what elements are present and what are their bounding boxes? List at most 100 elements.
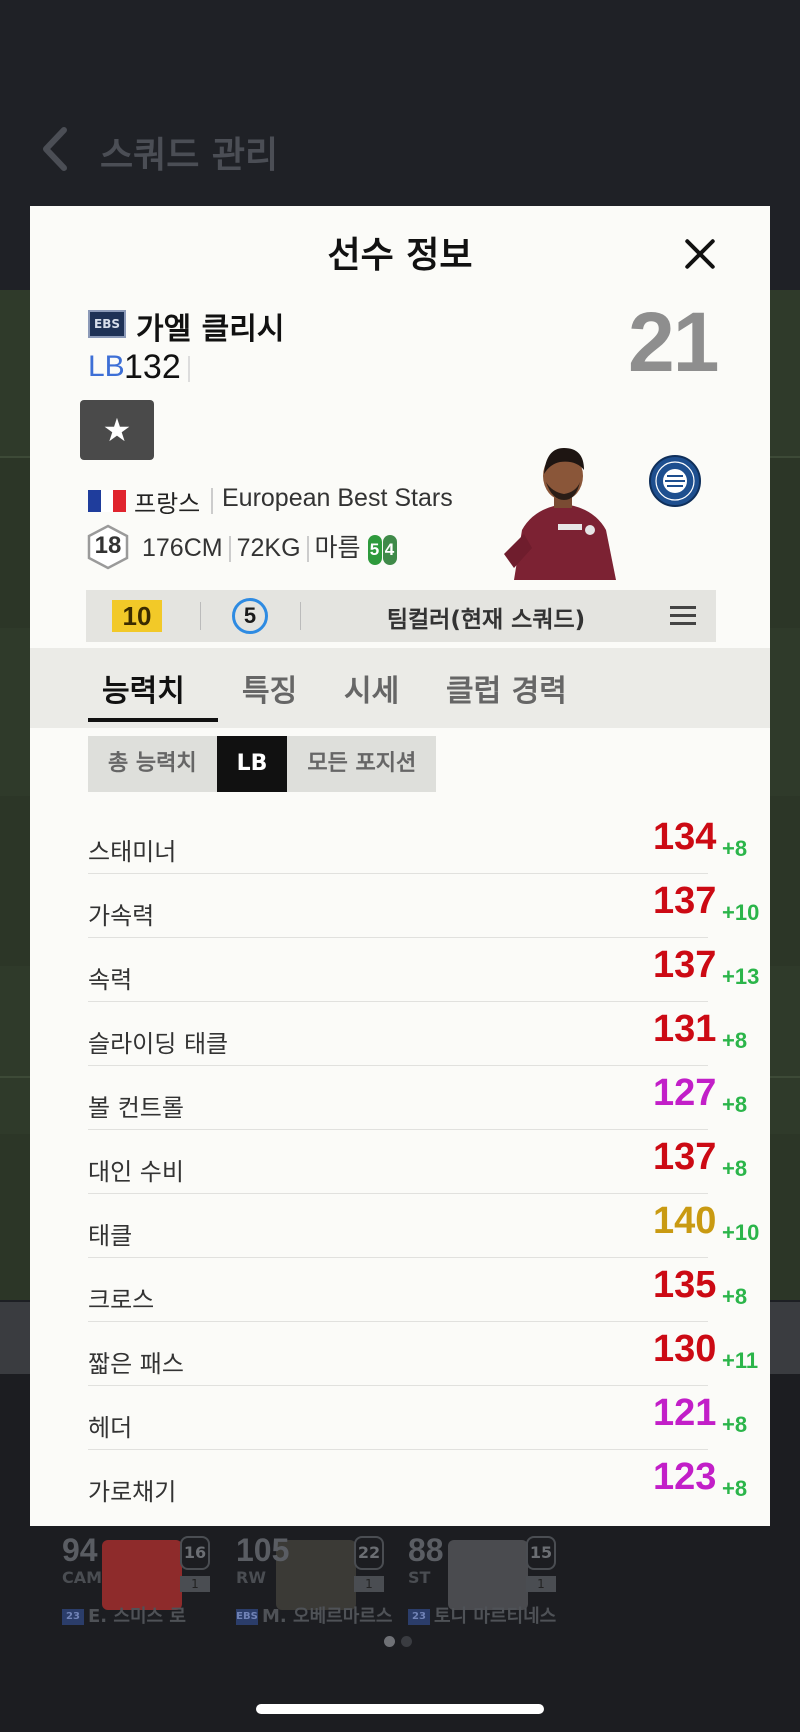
stat-bonus: +10: [722, 900, 760, 925]
home-indicator[interactable]: [256, 1704, 544, 1714]
divider: [200, 602, 201, 630]
tab-price[interactable]: 시세: [344, 666, 399, 710]
player-photo: [504, 448, 616, 580]
stat-value: 131: [653, 1008, 717, 1050]
season-tag: EBS: [236, 1609, 258, 1625]
modal-title: 선수 정보: [327, 235, 473, 276]
subtab-position-lb[interactable]: LB: [216, 736, 288, 792]
stat-filter: 총 능력치 LB 모든 포지션: [88, 736, 437, 792]
physical-specs: 176CM 72KG 마름 54: [142, 528, 398, 566]
menu-icon[interactable]: [670, 606, 696, 626]
stat-row: 대인 수비 137 +8: [88, 1130, 747, 1194]
stat-name: 속력: [88, 966, 133, 994]
stat-value: 137: [653, 880, 717, 922]
player-name-line: EBS M. 오베르마르스: [236, 1602, 392, 1628]
season-tag: 23: [62, 1609, 84, 1625]
season-badge: EBS: [88, 310, 126, 338]
enhance-grade-badge: 10: [112, 600, 162, 632]
stat-bonus: +8: [722, 1092, 748, 1117]
subtab-all-positions[interactable]: 모든 포지션: [287, 736, 437, 792]
player-level: 22: [354, 1536, 384, 1570]
club-logo-icon: [649, 455, 701, 507]
player-info-modal: 선수 정보 EBS 가엘 클리시 LB 132 21 ★ 프랑스 Europea…: [30, 206, 770, 1526]
season-tag: 23: [408, 1609, 430, 1625]
player-photo: [102, 1540, 182, 1610]
stat-value: 135: [653, 1264, 717, 1306]
stat-bonus: +13: [722, 964, 760, 989]
stat-name: 헤더: [88, 1414, 133, 1442]
player-name: 가엘 클리시: [136, 312, 285, 347]
stat-name: 슬라이딩 태클: [88, 1030, 229, 1058]
player-age: 18: [94, 532, 122, 559]
active-tab-indicator: [88, 718, 218, 722]
back-arrow-icon[interactable]: [36, 124, 72, 174]
stat-name: 볼 컨트롤: [88, 1094, 184, 1122]
divider: [211, 488, 213, 514]
salary-grade-badge: 5: [232, 598, 268, 634]
back-number: 21: [628, 295, 719, 389]
player-ovr: 105: [236, 1532, 290, 1568]
stat-name: 가속력: [88, 902, 155, 930]
player-count: 1: [354, 1576, 384, 1592]
stat-value: 121: [653, 1392, 717, 1434]
stat-row: 슬라이딩 태클 131 +8: [88, 1002, 747, 1066]
divider: [300, 602, 301, 630]
player-count: 1: [526, 1576, 556, 1592]
tab-bar: 능력치 특징 시세 클럽 경력: [30, 648, 770, 728]
stat-row: 볼 컨트롤 127 +8: [88, 1066, 747, 1130]
subtab-total-stats[interactable]: 총 능력치: [88, 736, 217, 792]
team-color-label[interactable]: 팀컬러(현재 스쿼드): [346, 600, 626, 634]
player-level: 16: [180, 1536, 210, 1570]
league-label: European Best Stars: [222, 484, 453, 512]
france-flag-icon: [88, 490, 127, 512]
divider: [188, 356, 190, 382]
player-height: 176CM: [142, 534, 223, 562]
stat-row: 가속력 137 +10: [88, 874, 759, 938]
tab-stats[interactable]: 능력치: [102, 666, 185, 710]
stat-bonus: +8: [722, 836, 748, 861]
stat-row: 짧은 패스 130 +11: [88, 1322, 758, 1386]
player-ovr: 94: [62, 1532, 98, 1568]
body-type: 마름: [314, 534, 361, 562]
stat-bonus: +11: [722, 1348, 759, 1373]
favorite-button[interactable]: ★: [80, 400, 154, 460]
stat-bonus: +8: [722, 1476, 748, 1501]
stat-value: 130: [653, 1328, 717, 1370]
stat-bonus: +8: [722, 1028, 748, 1053]
stat-value: 137: [653, 944, 717, 986]
stat-name: 짧은 패스: [88, 1350, 184, 1378]
player-weight: 72KG: [236, 534, 301, 562]
stat-row: 크로스 135 +8: [88, 1258, 747, 1322]
stat-row: 가로채기 123 +8: [88, 1450, 747, 1514]
stat-value: 140: [653, 1200, 717, 1242]
page-title: 스쿼드 관리: [100, 135, 279, 176]
tab-traits[interactable]: 특징: [242, 666, 297, 710]
foot-rating: 54: [367, 533, 398, 566]
player-photo: [448, 1540, 528, 1610]
player-ovr: 88: [408, 1532, 444, 1568]
player-count: 1: [180, 1576, 210, 1592]
stat-value: 134: [653, 816, 717, 858]
stat-row: 헤더 121 +8: [88, 1386, 747, 1450]
player-position: ST: [408, 1568, 431, 1587]
tab-club-career[interactable]: 클럽 경력: [446, 666, 567, 710]
player-name: M. 오베르마르스: [262, 1606, 393, 1627]
left-foot-rating: 5: [367, 535, 382, 566]
player-info-bar: 10 5 팀컬러(현재 스쿼드): [86, 590, 716, 642]
nation-label: 프랑스: [134, 490, 201, 518]
player-name-line: 23 E. 스미스 로: [62, 1602, 186, 1628]
stat-name: 스태미너: [88, 838, 177, 866]
stat-name: 대인 수비: [88, 1158, 184, 1186]
stat-bonus: +10: [722, 1220, 760, 1245]
stat-row: 속력 137 +13: [88, 938, 759, 1002]
stat-row: 스태미너 134 +8: [88, 810, 747, 874]
player-overall: 132: [124, 348, 181, 386]
stat-value: 137: [653, 1136, 717, 1178]
page-indicator: [384, 1632, 418, 1651]
stat-value: 123: [653, 1456, 717, 1498]
stat-bonus: +8: [722, 1156, 748, 1181]
close-icon[interactable]: [670, 226, 730, 282]
stat-value: 127: [653, 1072, 717, 1114]
player-name-line: 23 토니 마르티네스: [408, 1602, 556, 1628]
player-name: E. 스미스 로: [88, 1606, 186, 1627]
